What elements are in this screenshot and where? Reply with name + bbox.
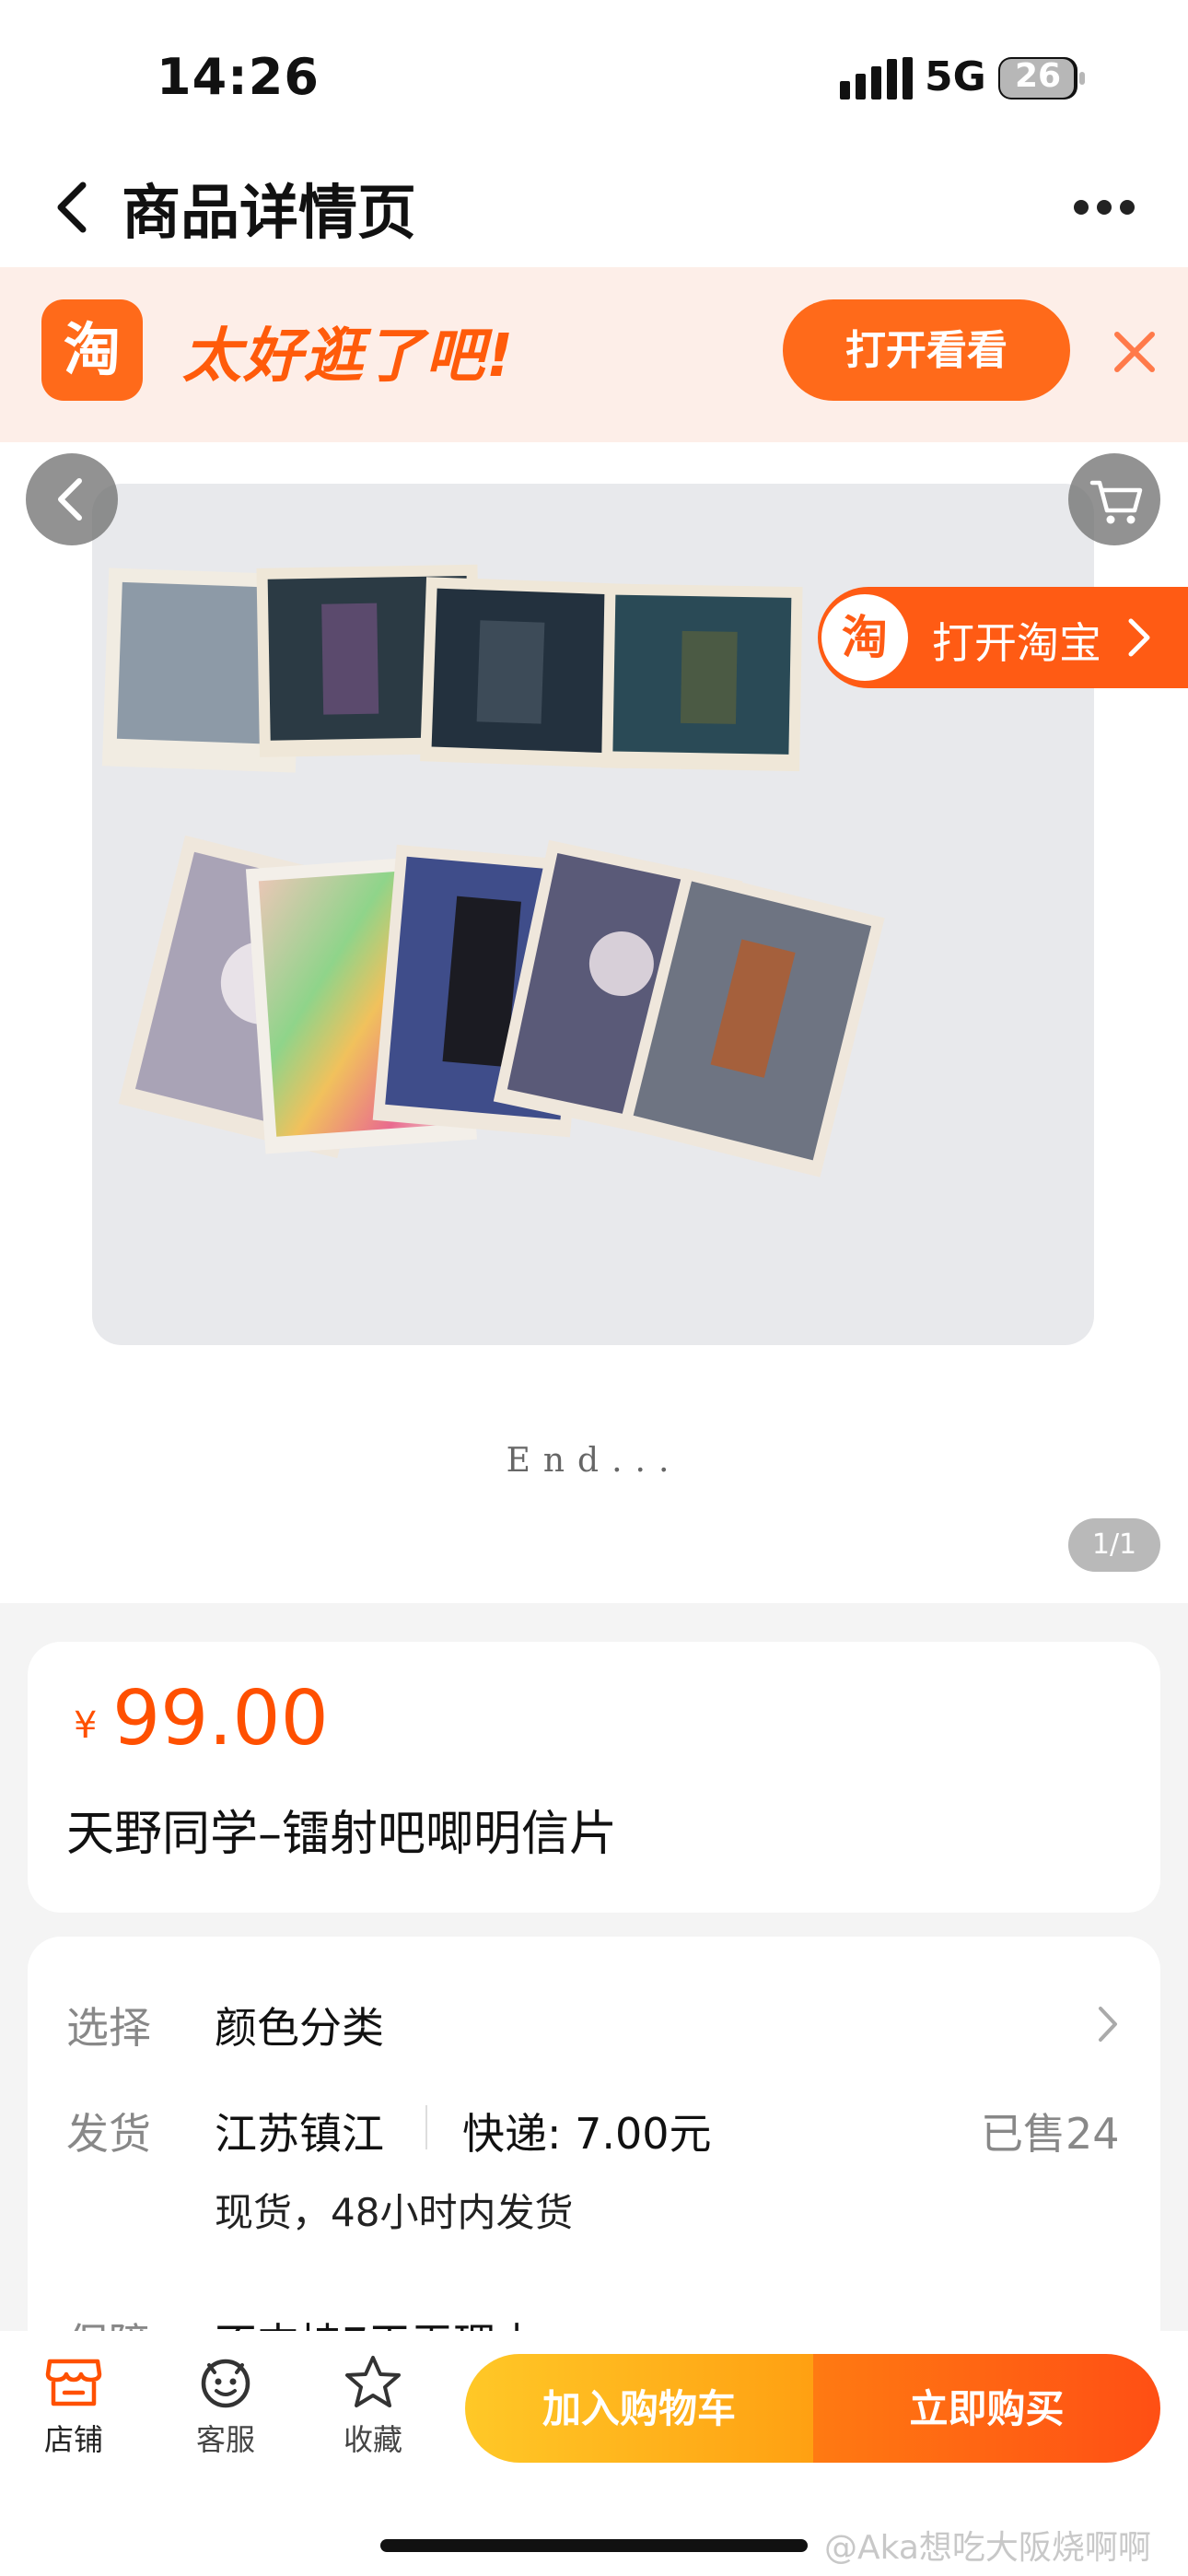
watermark: @Aka想吃大阪烧啊啊 bbox=[824, 2529, 1151, 2567]
star-icon bbox=[345, 2356, 401, 2407]
signal-icon bbox=[840, 57, 913, 100]
network-type: 5G bbox=[925, 53, 986, 100]
open-app-button[interactable]: 打开看看 bbox=[783, 299, 1070, 401]
select-option[interactable]: 颜色分类 bbox=[215, 1995, 384, 2055]
taobao-icon: 淘 bbox=[821, 594, 908, 681]
back-icon[interactable] bbox=[50, 180, 96, 235]
home-indicator[interactable] bbox=[380, 2539, 808, 2552]
tab-favorite-label: 收藏 bbox=[343, 2422, 402, 2457]
chevron-right-icon bbox=[1128, 618, 1150, 657]
chevron-right-icon[interactable] bbox=[1096, 2004, 1120, 2044]
ship-from: 江苏镇江 bbox=[215, 2109, 384, 2159]
tab-store-label: 店铺 bbox=[43, 2422, 103, 2457]
shipping-note: 现货，48小时内发货 bbox=[215, 2190, 574, 2235]
add-to-cart-button[interactable]: 加入购物车 bbox=[465, 2354, 813, 2463]
taobao-logo: 淘 bbox=[41, 299, 143, 401]
express-fee: 快递: 7.00元 bbox=[462, 2109, 712, 2159]
product-price: 99.00 bbox=[112, 1675, 329, 1762]
divider bbox=[425, 2105, 427, 2149]
tab-customer-service[interactable]: 客服 bbox=[166, 2354, 285, 2459]
close-icon[interactable] bbox=[1110, 327, 1159, 377]
battery-nub bbox=[1079, 72, 1085, 85]
page-title: 商品详情页 bbox=[122, 180, 416, 248]
open-taobao-label: 打开淘宝 bbox=[932, 618, 1101, 668]
gallery-caption: End... bbox=[506, 1442, 682, 1480]
tab-favorite[interactable]: 收藏 bbox=[313, 2354, 433, 2459]
tab-service-label: 客服 bbox=[195, 2422, 255, 2457]
gallery-prev-button[interactable] bbox=[26, 453, 118, 545]
more-icon[interactable] bbox=[1072, 196, 1136, 218]
customer-service-icon bbox=[201, 2359, 250, 2408]
store-icon bbox=[45, 2359, 102, 2406]
page-indicator: 1/1 bbox=[1068, 1518, 1160, 1572]
buy-now-button[interactable]: 立即购买 bbox=[813, 2354, 1160, 2463]
chevron-left-icon bbox=[58, 478, 82, 521]
tab-store[interactable]: 店铺 bbox=[14, 2354, 134, 2459]
promo-slogan: 太好逛了吧! bbox=[182, 322, 516, 391]
status-time: 14:26 bbox=[157, 48, 320, 106]
product-title: 天野同学–镭射吧唧明信片 bbox=[66, 1807, 618, 1862]
cart-icon bbox=[1089, 480, 1143, 524]
sold-count: 已售24 bbox=[981, 2109, 1120, 2159]
currency-symbol: ¥ bbox=[74, 1704, 98, 1747]
select-label: 选择 bbox=[66, 2003, 151, 2053]
battery-level: 26 bbox=[1014, 57, 1062, 95]
shipping-label: 发货 bbox=[66, 2109, 151, 2159]
cart-button[interactable] bbox=[1068, 453, 1160, 545]
